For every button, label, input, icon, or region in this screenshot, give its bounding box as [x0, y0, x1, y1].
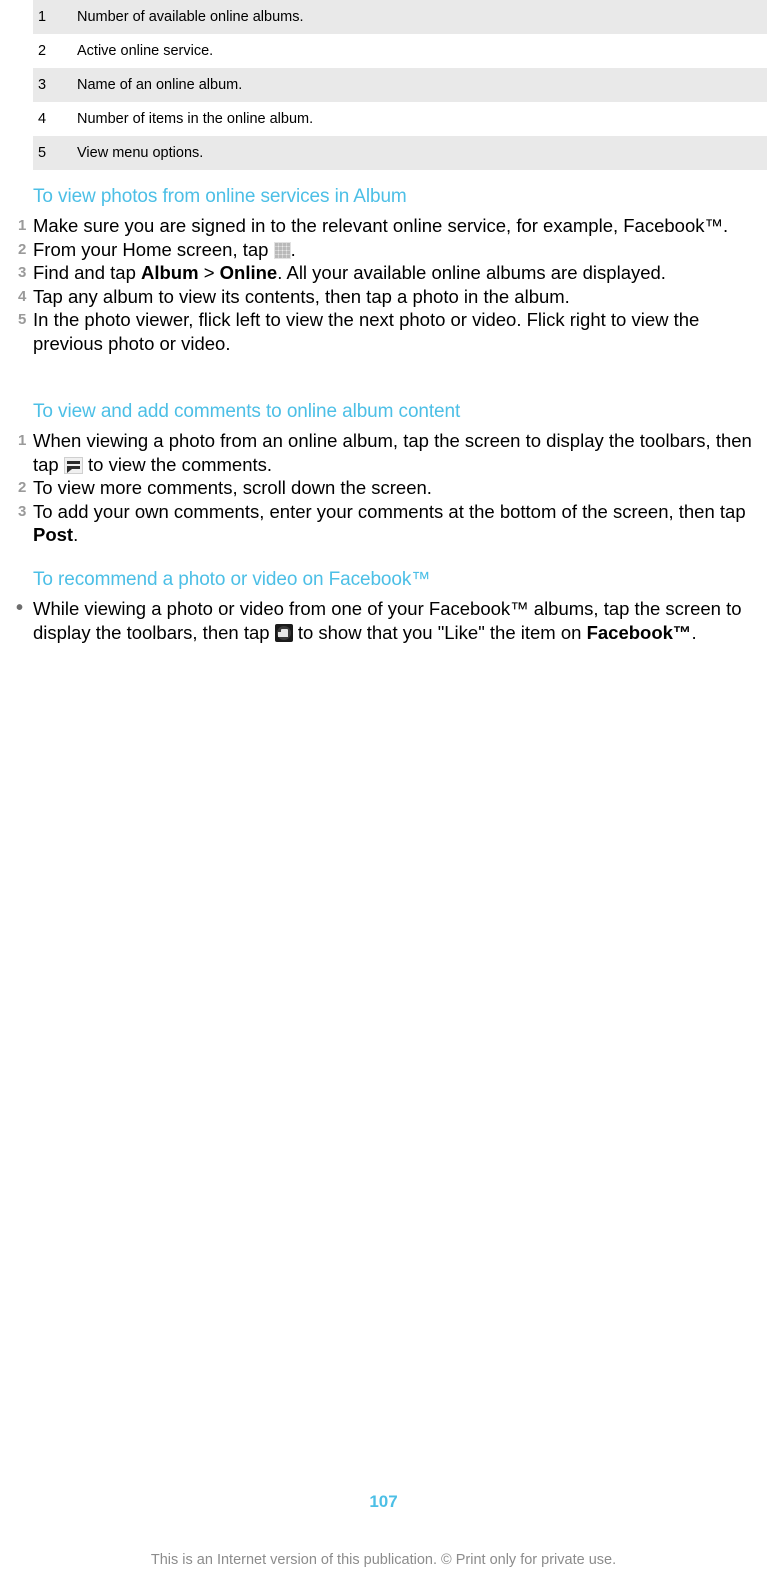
- section-heading: To view and add comments to online album…: [33, 401, 461, 422]
- instruction-step: 2 From your Home screen, tap .: [0, 238, 767, 262]
- section-steps: 1 Make sure you are signed in to the rele…: [0, 214, 767, 355]
- emphasis-text: Online: [219, 262, 278, 283]
- step-text: To add your own comments, enter your com…: [33, 500, 746, 522]
- legend-row-text: Active online service.: [77, 43, 214, 59]
- instruction-step: 3 Find and tap Album > Online. All your a…: [0, 261, 767, 285]
- section-heading: To view photos from online services in A…: [33, 186, 407, 207]
- step-text: In the photo viewer, flick left to view …: [33, 309, 700, 354]
- emphasis-text: Facebook™: [586, 621, 692, 643]
- step-number: 2: [18, 240, 27, 258]
- legend-row-number: 1: [38, 9, 47, 25]
- page-number: 107: [369, 1492, 398, 1511]
- step-number: 3: [18, 502, 27, 520]
- legend-table-body: 1 Number of available online albums. 2 Acti…: [33, 0, 767, 170]
- thumbs-up-icon: [274, 623, 293, 642]
- step-text: .: [290, 238, 296, 260]
- instruction-step: 5 In the photo viewer, flick left to view…: [0, 308, 767, 355]
- step-number: 5: [18, 311, 27, 328]
- step-text: .: [691, 621, 697, 643]
- step-number: 1: [18, 432, 27, 449]
- section-steps: 1 When viewing a photo from an online alb…: [0, 429, 767, 547]
- step-number: 3: [18, 264, 27, 281]
- legend-row-text: View menu options.: [77, 145, 204, 161]
- legend-row-number: 3: [38, 77, 47, 93]
- legend-row-number: 5: [38, 145, 47, 161]
- instruction-step: 3 To add your own comments, enter your co…: [0, 500, 767, 547]
- step-number: 2: [18, 479, 27, 496]
- instruction-step: 1 Make sure you are signed in to the rele…: [0, 214, 767, 238]
- step-text: . All your available online albums are d…: [277, 262, 666, 283]
- instruction-step: 4 Tap any album to view its contents, the…: [0, 285, 767, 309]
- legend-row-number: 2: [38, 43, 47, 59]
- legend-row: 2 Active online service.: [33, 34, 767, 68]
- legend-row-text: Number of available online albums.: [77, 9, 304, 25]
- legend-table: 1 Number of available online albums. 2 Acti…: [33, 0, 767, 170]
- section-heading: To recommend a photo or video on Faceboo…: [33, 569, 431, 590]
- step-text: Tap any album to view its contents, then…: [33, 285, 570, 307]
- document-page: 1 Number of available online albums. 2 Acti…: [0, 0, 767, 1582]
- instruction-step: 2 To view more comments, scroll down the …: [0, 476, 767, 500]
- legend-row-text: Name of an online album.: [77, 77, 243, 93]
- step-text: Find and tap: [33, 262, 141, 283]
- step-text: to view the comments.: [82, 453, 273, 475]
- step-bullet: •: [16, 597, 24, 619]
- step-text: From your Home screen, tap: [33, 238, 274, 260]
- emphasis-text: Post: [33, 524, 74, 545]
- legend-row: 3 Name of an online album.: [33, 68, 767, 102]
- legend-row-number: 4: [38, 111, 47, 127]
- app-grid-icon: [273, 241, 291, 259]
- section-steps: • While viewing a photo or video from one…: [0, 597, 767, 644]
- legend-row: 4 Number of items in the online album.: [33, 102, 767, 136]
- instruction-step: 1 When viewing a photo from an online alb…: [0, 429, 767, 476]
- step-text: .: [73, 524, 79, 545]
- step-text: Make sure you are signed in to the relev…: [33, 215, 729, 236]
- legend-row: 5 View menu options.: [33, 136, 767, 170]
- comment-icon: [63, 456, 83, 474]
- step-number: 4: [18, 287, 27, 305]
- legend-row: 1 Number of available online albums.: [33, 0, 767, 34]
- step-text: >: [198, 262, 220, 283]
- step-text: To view more comments, scroll down the s…: [33, 477, 432, 498]
- emphasis-text: Album: [141, 262, 199, 283]
- legend-row-text: Number of items in the online album.: [77, 111, 314, 127]
- footer-note: This is an Internet version of this publ…: [150, 1552, 617, 1568]
- instruction-step: • While viewing a photo or video from one…: [0, 597, 767, 644]
- step-number: 1: [18, 217, 27, 234]
- step-text: to show that you "Like" the item on: [292, 621, 587, 643]
